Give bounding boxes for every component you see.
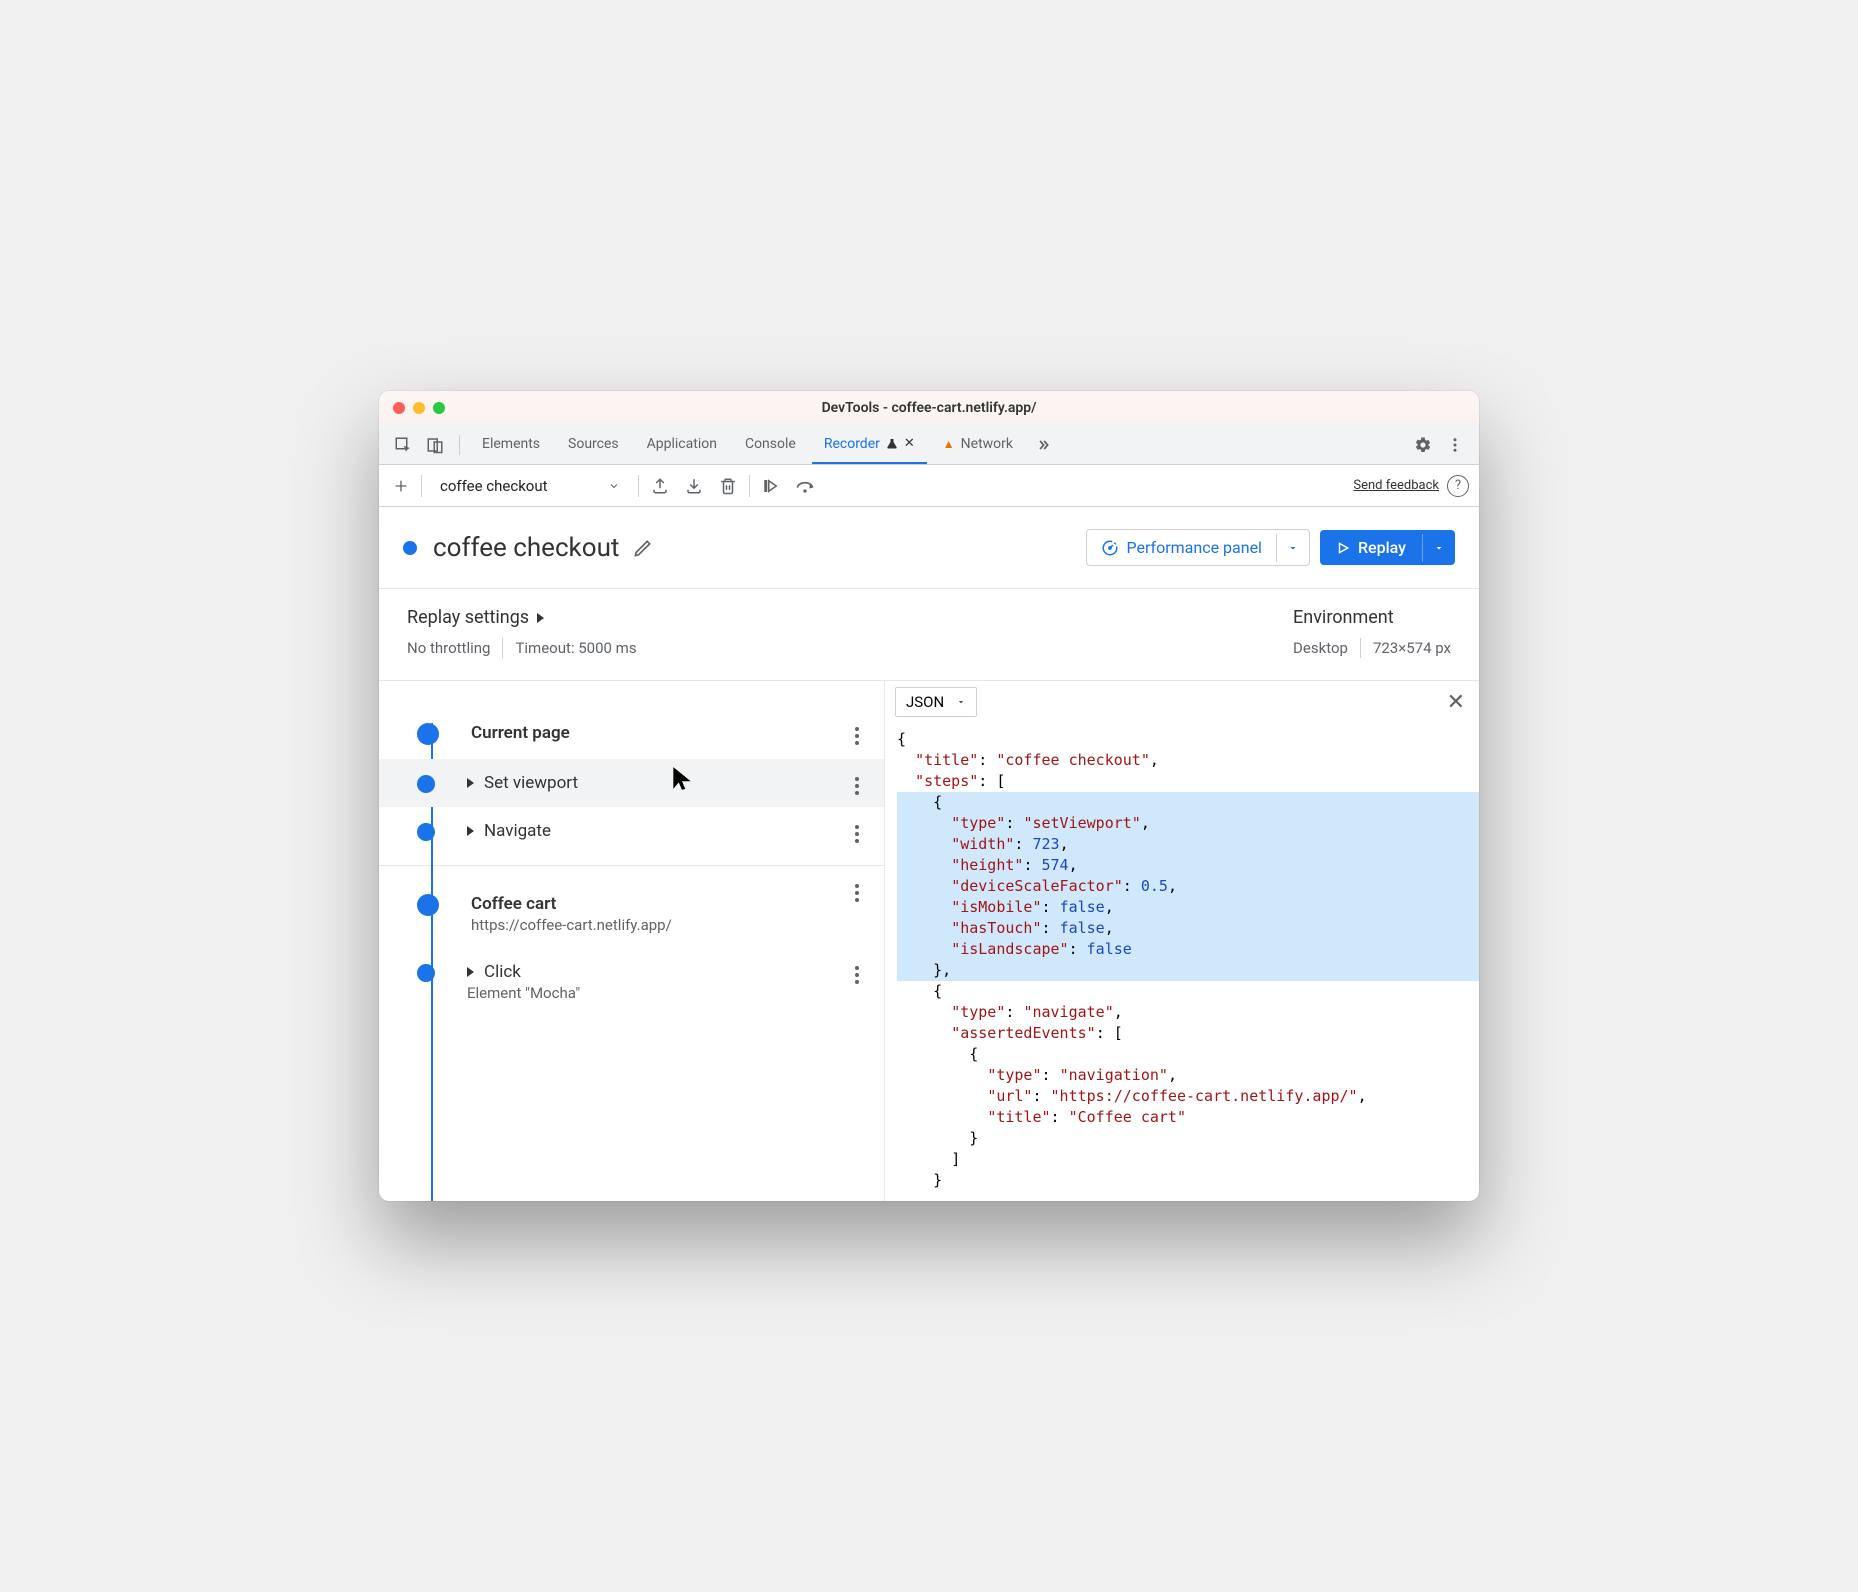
expand-icon[interactable] [467, 967, 474, 977]
import-icon[interactable] [681, 473, 707, 499]
recording-title: coffee checkout [433, 533, 619, 563]
warning-icon: ▲ [943, 437, 955, 451]
send-feedback-link[interactable]: Send feedback [1353, 478, 1439, 493]
performance-panel-button: Performance panel [1086, 529, 1310, 566]
step-node [417, 775, 435, 793]
replay-main[interactable]: Replay [1320, 530, 1422, 565]
step-subtitle: https://coffee-cart.netlify.app/ [471, 916, 672, 934]
step-click[interactable]: Click Element "Mocha" [379, 948, 884, 1016]
step-node [417, 823, 435, 841]
step-title: Click [484, 962, 521, 982]
tab-console[interactable]: Console [733, 426, 808, 464]
step-menu-icon[interactable] [848, 825, 866, 843]
replay-settings-label: Replay settings [407, 607, 529, 628]
new-recording-button[interactable] [389, 474, 413, 498]
close-panel-icon[interactable]: ✕ [1447, 690, 1465, 715]
step-title: Current page [471, 723, 570, 743]
step-menu-icon[interactable] [848, 966, 866, 984]
tab-elements[interactable]: Elements [470, 426, 552, 464]
step-title: Coffee cart [471, 894, 672, 914]
format-label: JSON [906, 693, 944, 711]
device-value: Desktop [1293, 639, 1348, 657]
help-icon[interactable]: ? [1447, 475, 1469, 497]
step-node [417, 964, 435, 982]
expand-icon[interactable] [467, 778, 474, 788]
export-icon[interactable] [647, 473, 673, 499]
step-menu-icon[interactable] [848, 884, 866, 902]
tab-network[interactable]: ▲ Network [931, 426, 1025, 464]
close-tab-icon[interactable]: ✕ [904, 436, 915, 451]
code-body[interactable]: { "title": "coffee checkout", "steps": [… [885, 723, 1479, 1201]
recording-header: coffee checkout Performance panel Replay [379, 507, 1479, 589]
step-title: Set viewport [484, 773, 578, 793]
step-over-icon[interactable] [792, 473, 818, 499]
steps-timeline: Current page Set viewport [379, 681, 885, 1201]
replay-settings-toggle[interactable]: Replay settings [407, 607, 637, 628]
mouse-cursor-icon [669, 765, 695, 791]
continue-icon[interactable] [758, 473, 784, 499]
chevron-down-icon [608, 480, 620, 492]
step-menu-icon[interactable] [848, 727, 866, 745]
performance-panel-dropdown[interactable] [1276, 534, 1309, 562]
recording-status-dot [403, 541, 417, 555]
titlebar: DevTools - coffee-cart.netlify.app/ [379, 391, 1479, 425]
replay-label: Replay [1358, 538, 1406, 557]
settings-row: Replay settings No throttling Timeout: 5… [379, 589, 1479, 681]
main-area: Current page Set viewport [379, 681, 1479, 1201]
more-menu-icon[interactable] [1441, 431, 1469, 459]
separator [421, 475, 422, 497]
separator [638, 475, 639, 497]
flask-icon [886, 438, 898, 450]
code-panel: JSON ✕ { "title": "coffee checkout", "st… [885, 681, 1479, 1201]
step-node [417, 723, 439, 745]
more-tabs-icon[interactable] [1029, 431, 1057, 459]
step-set-viewport[interactable]: Set viewport [379, 759, 884, 807]
separator [1360, 638, 1361, 658]
performance-panel-label: Performance panel [1127, 538, 1262, 557]
delete-icon[interactable] [715, 473, 741, 499]
replay-dropdown[interactable] [1422, 534, 1455, 562]
replay-settings-summary: No throttling Timeout: 5000 ms [407, 638, 637, 658]
separator [749, 475, 750, 497]
edit-title-icon[interactable] [633, 538, 653, 558]
step-subtitle: Element "Mocha" [467, 984, 580, 1002]
step-current-page[interactable]: Current page [379, 709, 884, 759]
format-selector[interactable]: JSON [895, 687, 977, 717]
devtools-tabbar: Elements Sources Application Console Rec… [379, 425, 1479, 465]
separator [459, 435, 460, 455]
environment-summary: Desktop 723×574 px [1293, 638, 1451, 658]
expand-icon[interactable] [467, 826, 474, 836]
viewport-dims-value: 723×574 px [1373, 639, 1451, 657]
chevron-down-icon [956, 697, 966, 707]
tab-network-label: Network [961, 436, 1013, 452]
replay-button: Replay [1320, 530, 1455, 565]
inspect-element-icon[interactable] [389, 431, 417, 459]
devtools-window: DevTools - coffee-cart.netlify.app/ Elem… [379, 391, 1479, 1201]
step-node [417, 894, 439, 916]
tab-sources[interactable]: Sources [556, 426, 631, 464]
tab-application[interactable]: Application [635, 426, 729, 464]
environment-title: Environment [1293, 607, 1394, 628]
step-title: Navigate [484, 821, 551, 841]
recorder-subbar: coffee checkout Send feedback ? [379, 465, 1479, 507]
window-title: DevTools - coffee-cart.netlify.app/ [379, 400, 1479, 416]
recording-selector[interactable]: coffee checkout [430, 473, 630, 499]
tab-recorder-label: Recorder [824, 436, 880, 452]
step-section-coffee-cart[interactable]: Coffee cart https://coffee-cart.netlify.… [379, 866, 884, 948]
code-panel-header: JSON ✕ [885, 681, 1479, 723]
recording-selector-label: coffee checkout [440, 477, 548, 495]
separator [502, 638, 503, 658]
timeout-value: Timeout: 5000 ms [515, 639, 636, 657]
chevron-right-icon [537, 613, 544, 623]
step-menu-icon[interactable] [848, 777, 866, 795]
tab-recorder[interactable]: Recorder ✕ [812, 426, 927, 464]
device-toolbar-icon[interactable] [421, 431, 449, 459]
settings-gear-icon[interactable] [1409, 431, 1437, 459]
performance-panel-main[interactable]: Performance panel [1087, 530, 1276, 565]
throttling-value: No throttling [407, 639, 490, 657]
step-navigate[interactable]: Navigate [379, 807, 884, 855]
